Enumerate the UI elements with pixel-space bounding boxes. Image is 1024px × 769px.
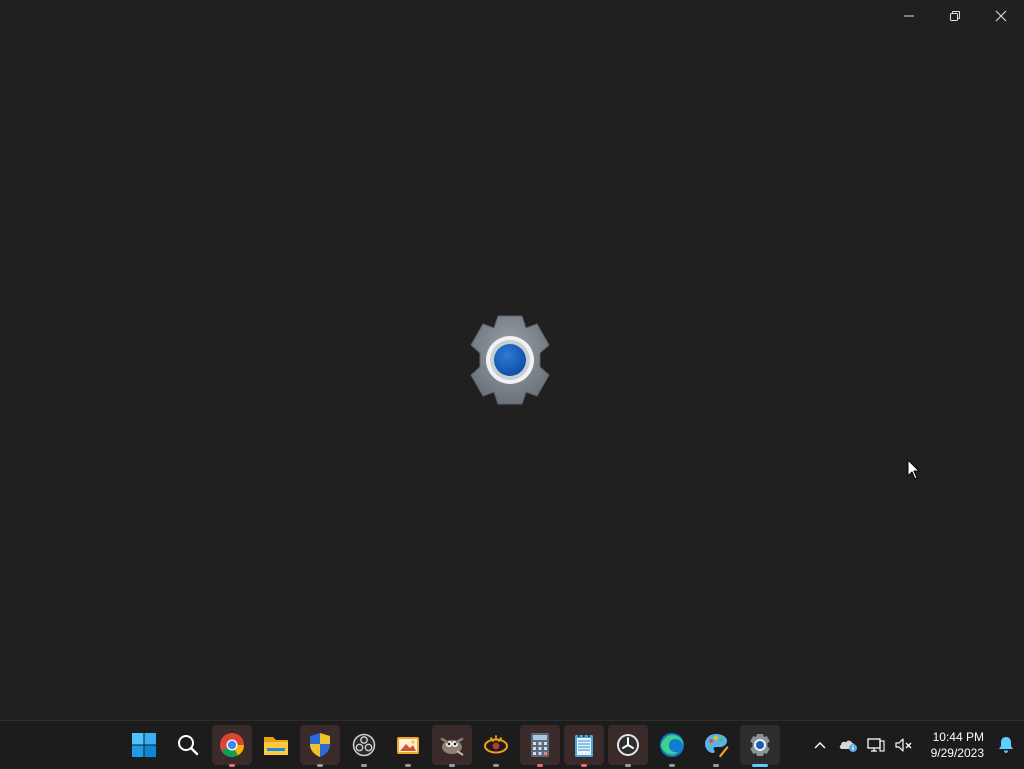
photos-icon: [397, 737, 419, 754]
running-indicator: [317, 764, 323, 767]
notifications-button[interactable]: [988, 725, 1024, 765]
taskbar-chrome[interactable]: [212, 725, 252, 767]
running-indicator: [493, 764, 499, 767]
clock-icon: [617, 734, 639, 756]
xnview-icon: [484, 735, 508, 754]
taskbar-settings[interactable]: [740, 725, 780, 767]
active-indicator: [752, 764, 768, 767]
search-icon: [178, 735, 199, 756]
window-caption-buttons: [886, 0, 1024, 32]
running-indicator: [669, 764, 675, 767]
gimp-icon: [440, 737, 464, 756]
running-indicator: [361, 764, 367, 767]
taskbar-file-explorer[interactable]: [256, 725, 296, 765]
start-button[interactable]: [124, 725, 164, 765]
network-tray-button[interactable]: [862, 725, 890, 765]
running-indicator: [449, 764, 455, 767]
running-indicator: [713, 764, 719, 767]
paint-icon: [705, 734, 729, 758]
minimize-button[interactable]: [886, 0, 932, 32]
taskbar-calculator[interactable]: [520, 725, 560, 767]
volume-muted-icon: [895, 738, 912, 752]
close-button[interactable]: [978, 0, 1024, 32]
edge-icon: [660, 733, 684, 757]
taskbar-paint[interactable]: [696, 725, 736, 767]
running-indicator: [625, 764, 631, 767]
taskbar-photos[interactable]: [388, 725, 428, 767]
running-indicator: [581, 764, 587, 767]
network-icon: [867, 738, 885, 752]
taskbar-gimp[interactable]: [432, 725, 472, 767]
system-tray: 10:44 PM 9/29/2023: [806, 721, 1024, 769]
notification-bell-icon: [999, 737, 1013, 753]
settings-gear-icon: [470, 315, 550, 405]
taskbar-apps: [124, 723, 780, 767]
clock-time: 10:44 PM: [932, 730, 984, 744]
clock-date: 9/29/2023: [930, 746, 984, 760]
taskbar-edge[interactable]: [652, 725, 692, 767]
taskbar-clock-display[interactable]: 10:44 PM 9/29/2023: [918, 725, 984, 765]
volume-tray-button[interactable]: [890, 725, 918, 765]
restore-icon: [950, 11, 960, 21]
mouse-cursor-icon: [907, 459, 920, 480]
calculator-icon: [531, 733, 549, 757]
running-indicator: [229, 764, 235, 767]
taskbar-notepad[interactable]: [564, 725, 604, 767]
settings-window: [0, 0, 1024, 720]
taskbar-clock[interactable]: [608, 725, 648, 767]
settings-icon: [750, 734, 770, 756]
taskbar: 10:44 PM 9/29/2023: [0, 720, 1024, 768]
file-explorer-icon: [264, 737, 288, 755]
notepad-icon: [575, 733, 593, 757]
running-indicator: [537, 764, 543, 767]
chevron-up-icon: [814, 742, 826, 749]
show-hidden-icons-button[interactable]: [806, 725, 834, 765]
security-shield-icon: [310, 733, 330, 757]
taskbar-xnview[interactable]: [476, 725, 516, 767]
onedrive-tray-button[interactable]: [834, 725, 862, 765]
taskbar-obs[interactable]: [344, 725, 384, 767]
search-button[interactable]: [168, 725, 208, 765]
obs-studio-icon: [352, 733, 376, 757]
minimize-icon: [904, 15, 914, 17]
taskbar-security[interactable]: [300, 725, 340, 767]
close-icon: [995, 10, 1007, 22]
running-indicator: [405, 764, 411, 767]
windows-start-icon: [132, 733, 156, 757]
chrome-icon: [220, 733, 244, 758]
cloud-info-icon: [839, 740, 857, 752]
restore-button[interactable]: [932, 0, 978, 32]
